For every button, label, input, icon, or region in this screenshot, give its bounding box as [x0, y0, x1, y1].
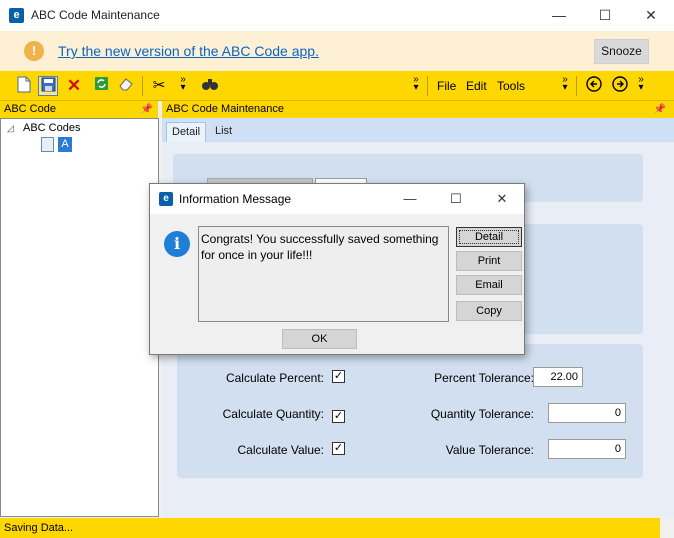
- cut-icon[interactable]: ✂: [149, 76, 169, 96]
- left-pane-header: ABC Code 📌: [0, 101, 158, 118]
- toolbar-separator: [576, 76, 577, 96]
- info-icon: i: [164, 231, 190, 257]
- calc-percent-label: Calculate Percent:: [225, 371, 324, 385]
- detail-button[interactable]: Detail: [456, 227, 522, 247]
- minimize-button[interactable]: —: [536, 0, 582, 31]
- menu-edit[interactable]: Edit: [466, 79, 487, 93]
- warning-icon: !: [24, 41, 44, 61]
- chevron-more-icon[interactable]: » ▾: [412, 75, 420, 93]
- status-bar: Saving Data...: [0, 518, 660, 538]
- percent-tolerance-label: Percent Tolerance:: [434, 371, 534, 385]
- title-bar: e ABC Code Maintenance — ☐ ✕: [0, 0, 674, 31]
- new-version-link[interactable]: Try the new version of the ABC Code app.: [58, 43, 319, 59]
- record-icon: [41, 137, 54, 152]
- calc-quantity-label: Calculate Quantity:: [222, 407, 324, 421]
- toolbar: ✕ ✂ » ▾ » ▾ File Edit Tools » ▾ » ▾: [0, 71, 674, 101]
- save-icon[interactable]: [38, 76, 58, 96]
- app-window: e ABC Code Maintenance — ☐ ✕ ! Try the n…: [0, 0, 674, 538]
- refresh-icon[interactable]: [91, 76, 111, 96]
- tab-bar: Detail List: [162, 118, 674, 142]
- value-tolerance-label: Value Tolerance:: [445, 443, 534, 457]
- tree-collapse-icon[interactable]: ◿: [7, 123, 14, 134]
- notification-bar: ! Try the new version of the ABC Code ap…: [0, 31, 674, 71]
- quantity-tolerance-label: Quantity Tolerance:: [430, 407, 534, 421]
- pin-icon[interactable]: 📌: [654, 101, 666, 118]
- dialog-minimize-button[interactable]: —: [388, 184, 432, 214]
- tree-root-node[interactable]: ABC Codes: [23, 122, 80, 134]
- toolbar-separator: [142, 76, 143, 96]
- close-button[interactable]: ✕: [628, 0, 674, 31]
- toolbar-separator: [427, 76, 428, 96]
- value-tolerance-field[interactable]: 0: [548, 439, 626, 459]
- abc-code-tree: ◿ ABC Codes A: [0, 118, 159, 517]
- calc-value-checkbox[interactable]: ✓: [332, 442, 345, 455]
- chevron-more-icon[interactable]: » ▾: [561, 75, 569, 93]
- tree-node-a[interactable]: A: [58, 137, 72, 152]
- new-icon[interactable]: [14, 76, 34, 96]
- binoculars-icon[interactable]: [200, 76, 220, 96]
- print-button[interactable]: Print: [456, 251, 522, 271]
- copy-button[interactable]: Copy: [456, 301, 522, 321]
- dialog-message: Congrats! You successfully saved somethi…: [198, 226, 449, 322]
- pin-icon[interactable]: 📌: [141, 101, 153, 118]
- tab-list[interactable]: List: [210, 122, 237, 142]
- information-dialog: e Information Message — ☐ ✕ i Congrats! …: [149, 183, 525, 355]
- delete-icon[interactable]: ✕: [64, 76, 84, 96]
- dialog-title-bar: e Information Message — ☐ ✕: [150, 184, 524, 214]
- snooze-button[interactable]: Snooze: [594, 39, 649, 64]
- percent-tolerance-field[interactable]: 22.00: [533, 367, 583, 387]
- forward-arrow-icon[interactable]: [610, 76, 630, 96]
- menu-file[interactable]: File: [437, 79, 456, 93]
- variance-tolerance-group: Calculate Percent: ✓ Calculate Quantity:…: [177, 344, 643, 478]
- window-title: ABC Code Maintenance: [31, 8, 160, 22]
- menu-tools[interactable]: Tools: [497, 79, 525, 93]
- maximize-button[interactable]: ☐: [582, 0, 628, 31]
- ok-button[interactable]: OK: [282, 329, 357, 349]
- dialog-title: Information Message: [179, 192, 292, 206]
- chevron-more-icon[interactable]: » ▾: [179, 75, 187, 93]
- dialog-maximize-button[interactable]: ☐: [434, 184, 478, 214]
- right-pane-title: ABC Code Maintenance: [166, 103, 285, 115]
- right-pane-header: ABC Code Maintenance 📌: [162, 101, 674, 118]
- chevron-more-icon[interactable]: » ▾: [637, 75, 645, 93]
- back-arrow-icon[interactable]: [584, 76, 604, 96]
- app-logo-icon: e: [159, 192, 173, 206]
- app-logo-icon: e: [9, 8, 24, 23]
- clear-icon[interactable]: [116, 76, 136, 96]
- quantity-tolerance-field[interactable]: 0: [548, 403, 626, 423]
- calc-value-label: Calculate Value:: [237, 443, 325, 457]
- calc-percent-checkbox[interactable]: ✓: [332, 370, 345, 383]
- left-pane-title: ABC Code: [4, 103, 56, 115]
- email-button[interactable]: Email: [456, 275, 522, 295]
- dialog-close-button[interactable]: ✕: [480, 184, 524, 214]
- calc-quantity-checkbox[interactable]: ✓: [332, 410, 345, 423]
- tab-detail[interactable]: Detail: [166, 122, 207, 142]
